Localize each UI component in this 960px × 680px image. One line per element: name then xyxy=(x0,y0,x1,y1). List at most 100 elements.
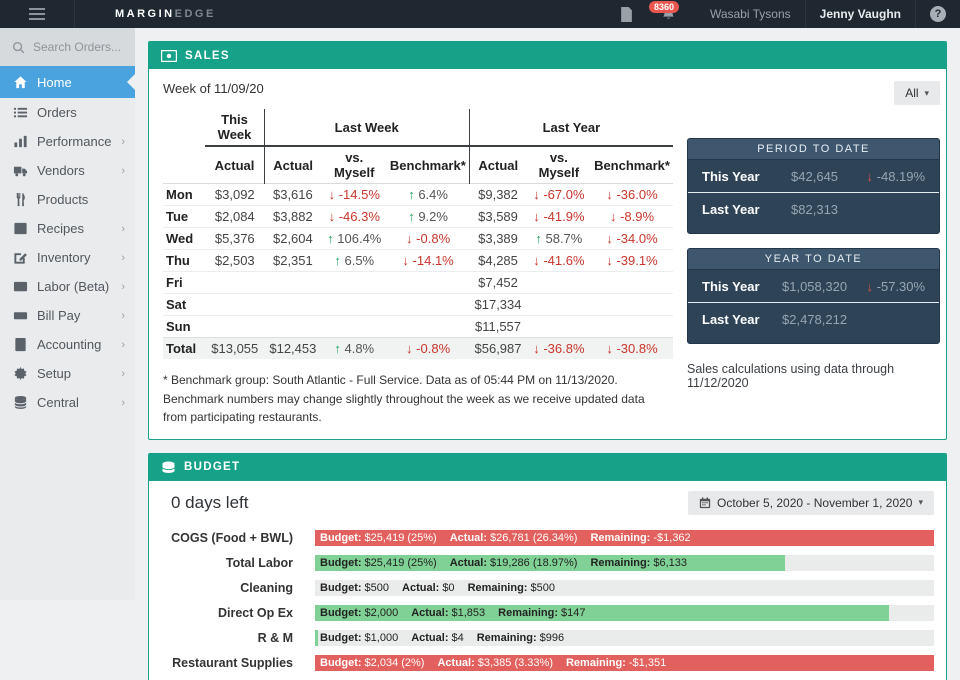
sidebar-item-label: Setup xyxy=(37,366,112,381)
chevron-right-icon: › xyxy=(121,310,125,322)
trend-arrow-icon: ↓ xyxy=(533,209,540,224)
document-icon xyxy=(620,7,633,22)
chevron-right-icon: › xyxy=(121,339,125,351)
budget-panel-title: BUDGET xyxy=(184,461,240,473)
sales-summary-column: All ▾ PERIOD TO DATE This Year $42,645 ↓… xyxy=(687,81,940,427)
help-button[interactable]: ? xyxy=(915,0,960,28)
sales-data-note: Sales calculations using data through 11… xyxy=(687,362,940,390)
budget-row-restaurant-supplies: Restaurant Supplies Budget:$2,034 (2%)Ac… xyxy=(163,655,934,671)
sales-row-total: Total $13,055 $12,453 ↑ 4.8% ↓ -0.8% $56… xyxy=(163,338,673,360)
main-content: SALES Week of 11/09/20 This Week Last We… xyxy=(135,28,960,680)
sidebar-item-label: Products xyxy=(37,192,125,207)
trend-arrow-icon: ↑ xyxy=(535,231,542,246)
logo-primary: MARGIN xyxy=(115,8,175,20)
notifications-button[interactable]: 8360 xyxy=(647,0,696,28)
budget-row-r-and-m: R & M Budget:$1,000Actual:$4Remaining:$9… xyxy=(163,630,934,646)
sidebar-item-label: Bill Pay xyxy=(37,308,112,323)
ptd-this-year-row: This Year $42,645 ↓ -48.19% xyxy=(688,160,939,192)
budget-bar-track: Budget:$1,000Actual:$4Remaining:$996 xyxy=(315,630,934,646)
sidebar-item-accounting[interactable]: Accounting › xyxy=(0,330,135,359)
sales-row-fri: Fri $7,452 xyxy=(163,272,673,294)
user-menu[interactable]: Jenny Vaughn xyxy=(805,0,915,28)
sidebar-item-vendors[interactable]: Vendors › xyxy=(0,156,135,185)
help-icon: ? xyxy=(930,6,946,22)
sales-filter-dropdown[interactable]: All ▾ xyxy=(894,81,940,105)
sidebar-item-label: Performance xyxy=(37,134,112,149)
filter-label: All xyxy=(905,86,918,100)
sales-panel-header: SALES xyxy=(149,42,946,69)
sidebar-item-orders[interactable]: Orders xyxy=(0,98,135,127)
trend-arrow-icon: ↓ xyxy=(406,231,413,246)
sidebar-item-performance[interactable]: Performance › xyxy=(0,127,135,156)
sidebar-item-label: Accounting xyxy=(37,337,112,352)
restaurant-selector[interactable]: Wasabi Tysons xyxy=(696,0,805,28)
sidebar-item-label: Recipes xyxy=(37,221,112,236)
col-header: Actual xyxy=(264,146,321,184)
sales-table-area: Week of 11/09/20 This Week Last Week Las… xyxy=(163,81,673,427)
chevron-down-icon: ▾ xyxy=(918,497,923,508)
trend-arrow-icon: ↓ xyxy=(610,209,617,224)
trend-arrow-icon: ↓ xyxy=(329,209,336,224)
sidebar-item-home[interactable]: Home xyxy=(0,66,135,98)
ptd-last-year-row: Last Year $82,313 xyxy=(688,192,939,225)
search-orders-input[interactable] xyxy=(33,40,123,54)
sidebar-item-inventory[interactable]: Inventory › xyxy=(0,243,135,272)
sidebar-item-bill-pay[interactable]: Bill Pay › xyxy=(0,301,135,330)
sales-row-sat: Sat $17,334 xyxy=(163,294,673,316)
calculator-icon xyxy=(13,337,28,352)
budget-panel: BUDGET 0 days left October 5, 2020 - Nov… xyxy=(148,453,947,680)
marginedge-logo[interactable]: MARGINEDGE xyxy=(75,0,216,28)
budget-bar-track: Budget:$25,419 (25%)Actual:$26,781 (26.3… xyxy=(315,530,934,546)
budget-rows: COGS (Food + BWL) Budget:$25,419 (25%)Ac… xyxy=(163,530,934,671)
down-arrow-icon: ↓ xyxy=(867,169,874,184)
chevron-right-icon: › xyxy=(121,397,125,409)
search-orders-box[interactable] xyxy=(0,28,135,66)
trend-arrow-icon: ↑ xyxy=(334,253,341,268)
budget-bar-fill xyxy=(315,630,318,646)
trend-arrow-icon: ↓ xyxy=(329,187,336,202)
group-header-last-year: Last Year xyxy=(469,109,673,146)
week-label: Week of 11/09/20 xyxy=(163,81,673,96)
trend-arrow-icon: ↑ xyxy=(334,341,341,356)
utensils-icon xyxy=(13,192,28,207)
sidebar-item-products[interactable]: Products xyxy=(0,185,135,214)
list-icon xyxy=(13,105,28,120)
sales-panel: SALES Week of 11/09/20 This Week Last We… xyxy=(148,41,947,440)
chevron-right-icon: › xyxy=(121,136,125,148)
sales-row-mon: Mon $3,092 $3,616 ↓ -14.5% ↑ 6.4% $9,382… xyxy=(163,184,673,206)
group-header-this-week: This Week xyxy=(205,109,264,146)
trend-arrow-icon: ↑ xyxy=(408,209,415,224)
trend-arrow-icon: ↓ xyxy=(406,341,413,356)
topbar-spacer xyxy=(216,0,606,28)
documents-button[interactable] xyxy=(606,0,647,28)
sidebar-item-central[interactable]: Central › xyxy=(0,388,135,417)
trend-arrow-icon: ↑ xyxy=(327,231,334,246)
sidebar-item-recipes[interactable]: Recipes › xyxy=(0,214,135,243)
date-range-label: October 5, 2020 - November 1, 2020 xyxy=(717,496,912,510)
chevron-right-icon: › xyxy=(121,368,125,380)
calendar-icon xyxy=(699,497,711,509)
ytd-last-year-row: Last Year $2,478,212 xyxy=(688,302,939,335)
budget-icon xyxy=(161,461,176,474)
sales-row-thu: Thu $2,503 $2,351 ↑ 6.5% ↓ -14.1% $4,285… xyxy=(163,250,673,272)
trend-arrow-icon: ↓ xyxy=(533,341,540,356)
trend-arrow-icon: ↓ xyxy=(533,253,540,268)
period-to-date-panel: PERIOD TO DATE This Year $42,645 ↓ -48.1… xyxy=(687,138,940,234)
col-header: vs. Myself xyxy=(322,146,387,184)
budget-bar-track: Budget:$500Actual:$0Remaining:$500 xyxy=(315,580,934,596)
edit-icon xyxy=(13,250,28,265)
col-header: Benchmark* xyxy=(591,146,673,184)
sidebar-item-setup[interactable]: Setup › xyxy=(0,359,135,388)
sales-panel-title: SALES xyxy=(185,50,230,62)
sidebar-item-labor[interactable]: Labor (Beta) › xyxy=(0,272,135,301)
year-to-date-panel: YEAR TO DATE This Year $1,058,320 ↓ -57.… xyxy=(687,248,940,344)
budget-panel-header: BUDGET xyxy=(149,454,946,481)
col-header: Benchmark* xyxy=(387,146,469,184)
trend-arrow-icon: ↓ xyxy=(402,253,409,268)
budget-date-range-dropdown[interactable]: October 5, 2020 - November 1, 2020 ▾ xyxy=(688,491,934,515)
benchmark-footnote: * Benchmark group: South Atlantic - Full… xyxy=(163,371,668,427)
hamburger-menu-button[interactable] xyxy=(0,0,75,28)
sales-row-wed: Wed $5,376 $2,604 ↑ 106.4% ↓ -0.8% $3,38… xyxy=(163,228,673,250)
budget-row-cleaning: Cleaning Budget:$500Actual:$0Remaining:$… xyxy=(163,580,934,596)
gear-icon xyxy=(13,366,28,381)
